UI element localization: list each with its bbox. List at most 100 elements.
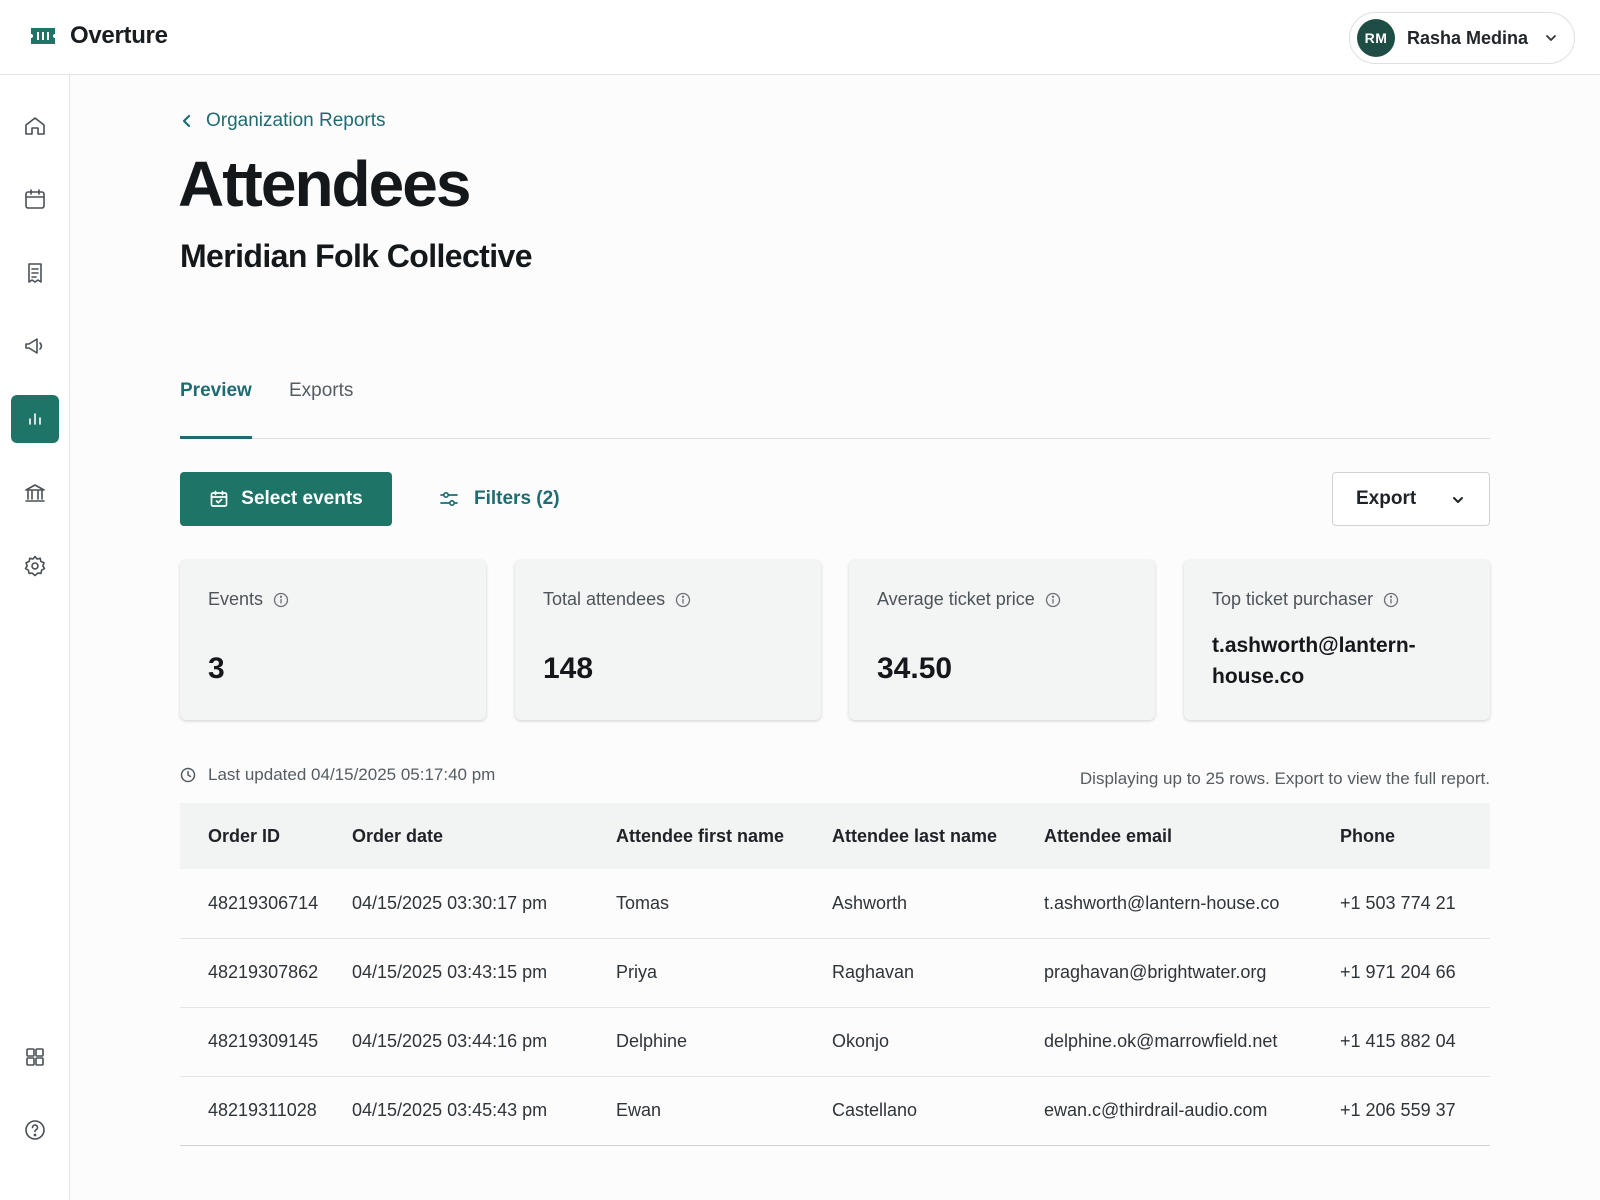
stat-card-top-ticket-purchaser: Top ticket purchaser t.ashworth@lantern-… <box>1184 560 1490 720</box>
breadcrumb[interactable]: Organization Reports <box>180 110 386 132</box>
table-header-row: Order ID Order date Attendee first name … <box>180 803 1490 869</box>
avatar: RM <box>1357 19 1395 57</box>
sidebar-item-orders[interactable] <box>11 249 59 297</box>
calendar-check-icon <box>210 490 228 507</box>
tab-bar: Preview Exports <box>180 375 1490 439</box>
sidebar-item-help[interactable] <box>11 1106 59 1154</box>
sidebar-item-apps[interactable] <box>11 1033 59 1081</box>
stat-card-average-ticket-price: Average ticket price 34.50 <box>849 560 1155 720</box>
stat-value-average-ticket-price: 34.50 <box>877 652 953 685</box>
order-date-cell: 04/15/2025 03:44:16 pm <box>352 1007 616 1077</box>
tab-preview[interactable]: Preview <box>180 375 252 439</box>
last-name-cell: Castellano <box>832 1076 1044 1146</box>
phone-cell: +1 971 204 66 <box>1340 938 1490 1008</box>
stat-label-total-attendees: Total attendees <box>543 589 691 610</box>
order-id-cell: 48219309145 <box>180 1007 352 1077</box>
grid-icon <box>26 1048 44 1066</box>
organization-name: Meridian Folk Collective <box>180 238 533 274</box>
gear-icon <box>24 555 46 577</box>
info-icon[interactable] <box>273 592 289 608</box>
chevron-down-icon <box>1453 497 1463 503</box>
tab-exports[interactable]: Exports <box>289 375 353 439</box>
phone-cell: +1 206 559 37 <box>1340 1076 1490 1146</box>
filters-button[interactable]: Filters (2) <box>438 472 560 526</box>
stat-card-total-attendees: Total attendees 148 <box>515 560 821 720</box>
stat-label-events: Events <box>208 589 289 610</box>
sidebar-item-settings[interactable] <box>11 542 59 590</box>
info-icon[interactable] <box>1383 592 1399 608</box>
info-icon[interactable] <box>1045 592 1061 608</box>
select-events-label: Select events <box>241 488 363 509</box>
breadcrumb-link[interactable]: Organization Reports <box>206 110 386 132</box>
bank-icon <box>25 484 45 502</box>
sidebar <box>0 75 70 1200</box>
email-cell: t.ashworth@lantern-house.co <box>1044 869 1340 939</box>
last-updated: Last updated 04/15/2025 05:17:40 pm <box>180 765 495 785</box>
app-name: Overture <box>70 22 168 49</box>
last-name-cell: Ashworth <box>832 869 1044 939</box>
table-row[interactable]: 48219309145 04/15/2025 03:44:16 pm Delph… <box>180 1007 1490 1077</box>
export-dropdown[interactable]: Export <box>1332 472 1490 526</box>
last-name-cell: Okonjo <box>832 1007 1044 1077</box>
attendees-table: Order ID Order date Attendee first name … <box>180 803 1490 1146</box>
stat-card-events: Events 3 <box>180 560 486 720</box>
stat-label-text: Total attendees <box>543 589 666 609</box>
stat-label-text: Top ticket purchaser <box>1212 589 1374 609</box>
calendar-icon <box>25 189 45 209</box>
order-date-cell: 04/15/2025 03:45:43 pm <box>352 1076 616 1146</box>
first-name-cell: Ewan <box>616 1076 832 1146</box>
last-updated-text: Last updated 04/15/2025 05:17:40 pm <box>208 765 496 784</box>
sidebar-item-marketing[interactable] <box>11 322 59 370</box>
table-row[interactable]: 48219311028 04/15/2025 03:45:43 pm Ewan … <box>180 1076 1490 1146</box>
top-bar: Overture RM Rasha Medina <box>0 0 1600 75</box>
order-id-cell: 48219306714 <box>180 869 352 939</box>
email-cell: praghavan@brightwater.org <box>1044 938 1340 1008</box>
export-label: Export <box>1356 488 1417 509</box>
filters-label: Filters (2) <box>474 488 560 509</box>
stat-label-average-ticket-price: Average ticket price <box>877 589 1061 610</box>
column-header[interactable]: Attendee first name <box>616 803 832 869</box>
stat-value-total-attendees: 148 <box>543 652 594 685</box>
info-icon[interactable] <box>675 592 691 608</box>
user-name: Rasha Medina <box>1407 27 1529 48</box>
select-events-button[interactable]: Select events <box>180 472 392 526</box>
order-id-cell: 48219311028 <box>180 1076 352 1146</box>
column-header[interactable]: Order ID <box>180 803 352 869</box>
chevron-left-icon <box>182 114 191 128</box>
column-header[interactable]: Attendee last name <box>832 803 1044 869</box>
displaying-note: Displaying up to 25 rows. Export to view… <box>1079 769 1490 788</box>
brand[interactable]: Overture <box>30 22 168 50</box>
phone-cell: +1 415 882 04 <box>1340 1007 1490 1077</box>
first-name-cell: Delphine <box>616 1007 832 1077</box>
ticket-logo-icon <box>31 28 55 44</box>
column-header[interactable]: Order date <box>352 803 616 869</box>
clock-icon <box>180 767 196 783</box>
stat-label-text: Events <box>208 589 264 609</box>
page-title: Attendees <box>178 148 471 220</box>
stat-label-top-ticket-purchaser: Top ticket purchaser <box>1212 589 1399 610</box>
stat-cards: Events 3 Total attendees 148 Average tic… <box>180 560 1490 720</box>
column-header[interactable]: Phone <box>1340 803 1490 869</box>
column-header[interactable]: Attendee email <box>1044 803 1340 869</box>
user-menu[interactable]: RM Rasha Medina <box>1349 12 1575 64</box>
receipt-icon <box>28 263 42 283</box>
order-id-cell: 48219307862 <box>180 938 352 1008</box>
home-icon <box>25 117 45 135</box>
stat-value-top-ticket-purchaser: t.ashworth@lantern-house.co <box>1212 634 1416 688</box>
phone-cell: +1 503 774 21 <box>1340 869 1490 939</box>
sidebar-item-finance[interactable] <box>11 469 59 517</box>
order-date-cell: 04/15/2025 03:43:15 pm <box>352 938 616 1008</box>
sidebar-item-home[interactable] <box>11 102 59 150</box>
sidebar-item-reports[interactable] <box>11 395 59 443</box>
email-cell: ewan.c@thirdrail-audio.com <box>1044 1076 1340 1146</box>
sidebar-item-events[interactable] <box>11 175 59 223</box>
megaphone-icon <box>25 338 43 354</box>
order-date-cell: 04/15/2025 03:30:17 pm <box>352 869 616 939</box>
table-row[interactable]: 48219307862 04/15/2025 03:43:15 pm Priya… <box>180 938 1490 1008</box>
stat-label-text: Average ticket price <box>877 589 1035 609</box>
table-row[interactable]: 48219306714 04/15/2025 03:30:17 pm Tomas… <box>180 869 1490 939</box>
bar-chart-icon <box>29 413 41 425</box>
first-name-cell: Priya <box>616 938 832 1008</box>
sliders-icon <box>440 491 458 507</box>
chevron-down-icon <box>1546 35 1556 41</box>
